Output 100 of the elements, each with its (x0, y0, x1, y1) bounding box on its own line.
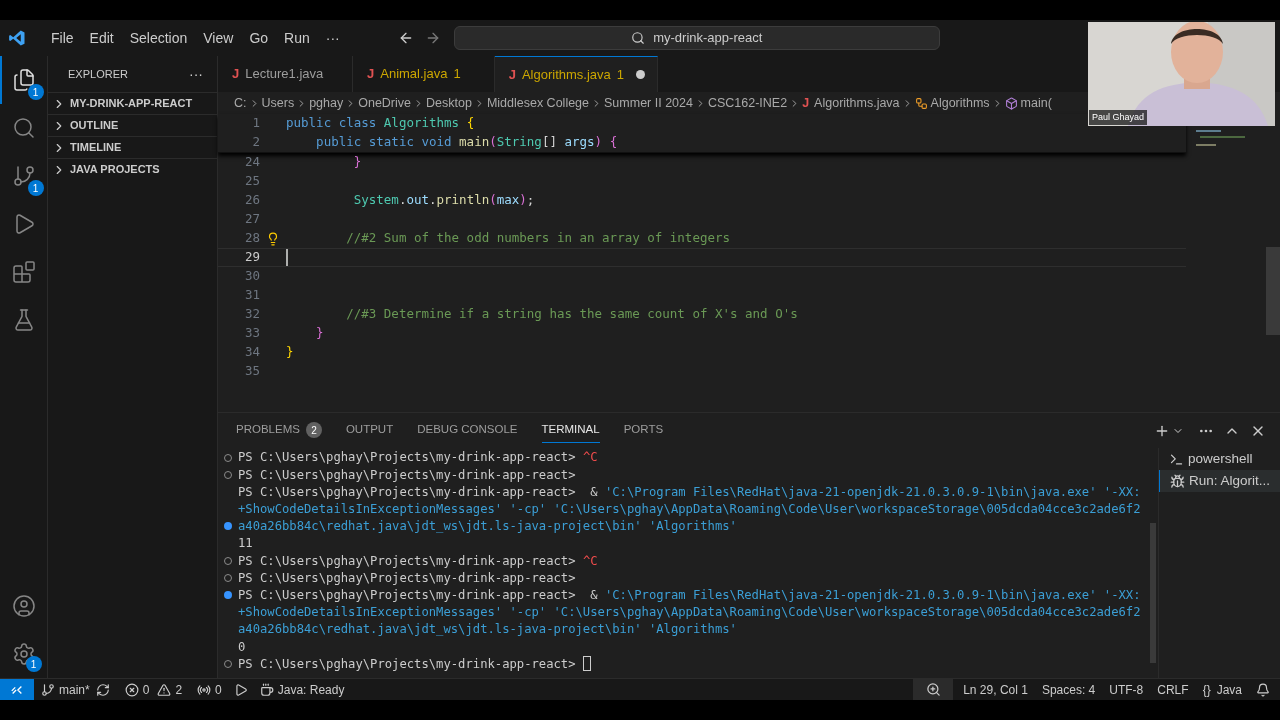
more-actions-button[interactable]: ··· (189, 63, 203, 85)
breadcrumb-item[interactable]: Algorithms (930, 93, 990, 113)
line-number: 33 (243, 324, 260, 343)
panel-tab[interactable]: TERMINAL (541, 418, 600, 443)
terminal-list-item[interactable]: powershell (1159, 448, 1280, 470)
run-icon[interactable] (233, 682, 248, 697)
menu-item[interactable]: File (43, 27, 82, 49)
method-icon (1004, 96, 1018, 110)
app-logo-icon[interactable] (8, 29, 26, 47)
breadcrumb-item[interactable]: OneDrive (358, 93, 411, 113)
extensions-icon[interactable] (11, 260, 36, 284)
menu-item[interactable]: Run (276, 27, 318, 49)
terminal-line: +ShowCodeDetailsInExceptionMessages' '-cp' 'C:\Users\pghay\AppData\Roaming\Code\User\workspaceStorage\005dcda04cce3c2ade6f2 (238, 501, 1141, 518)
breadcrumb-item[interactable]: Desktop (426, 93, 472, 113)
notification-badge: 1 (25, 656, 42, 672)
editor-tab[interactable]: J Algorithms.java 1 (494, 56, 658, 92)
line-number: 1 (251, 114, 260, 133)
line-number: 28 (243, 229, 260, 248)
zoom-button[interactable] (913, 679, 954, 700)
terminal-line: 11 (238, 535, 253, 553)
code-text: //#3 Determine if a string has the same count of X's and O's (345, 305, 798, 324)
command-center-field[interactable]: my-drink-app-react (453, 26, 940, 50)
terminal-line: PS C:\Users\pghay\Projects\my-drink-app-react> & 'C:\Program Files\RedHat\java-21-openjdk-21.0.3.0.9-1\bin\java.exe' '-XX: (238, 586, 1141, 604)
code-text: public static void main(String[] args) { (315, 133, 618, 152)
line-ending-button[interactable]: CRLF (1157, 680, 1189, 699)
breadcrumb-item[interactable]: main( (1020, 93, 1052, 113)
code-text: } (286, 343, 294, 362)
settings-icon[interactable] (11, 642, 36, 666)
command-status-icon[interactable] (224, 522, 232, 531)
menu-item[interactable]: View (195, 27, 242, 49)
terminal-line: a40a26bb84c\redhat.java\jdt_ws\jdt.ls-java-project\bin' 'Algorithms' (238, 518, 737, 536)
breadcrumb-item[interactable]: pghay (309, 93, 344, 113)
breadcrumb-item[interactable]: Users (261, 93, 295, 113)
scrollbar[interactable] (1266, 247, 1280, 335)
terminal-icon (1169, 451, 1184, 467)
encoding-button[interactable]: UTF-8 (1109, 680, 1144, 699)
terminal-line: PS C:\Users\pghay\Projects\my-drink-app-react> ^C (238, 552, 598, 570)
breadcrumb-item[interactable]: C: (234, 93, 247, 113)
code-text: public class Algorithms { (286, 114, 475, 133)
account-icon[interactable] (11, 594, 36, 618)
warning-icon (157, 682, 172, 697)
breadcrumb-item[interactable]: CSC162-INE2 (707, 93, 788, 113)
search-icon[interactable] (11, 116, 36, 140)
panel-tab[interactable]: PROBLEMS 2 (236, 418, 322, 443)
sidebar-section-header[interactable]: OUTLINE (48, 114, 217, 136)
sidebar-title: EXPLORER (68, 66, 128, 82)
line-number: 2 (251, 133, 260, 152)
language-button[interactable]: {} Java (1202, 680, 1242, 699)
line-number: 35 (243, 362, 260, 381)
sidebar-section-header[interactable]: TIMELINE (48, 136, 217, 158)
lightbulb-icon[interactable] (266, 231, 280, 246)
terminal-line: PS C:\Users\pghay\Projects\my-drink-app-react> (238, 655, 577, 673)
terminal-line: +ShowCodeDetailsInExceptionMessages' '-cp' 'C:\Users\pghay\AppData\Roaming\Code\User\workspaceStorage\005dcda04cce3c2ade6f2 (238, 604, 1141, 622)
antenna-icon (197, 682, 212, 697)
scrollbar[interactable] (1150, 523, 1156, 663)
notification-badge: 1 (27, 180, 44, 196)
terminal-list-item[interactable]: Run: Algorit... (1159, 470, 1280, 492)
menu-item[interactable]: Go (241, 27, 277, 49)
command-status-icon[interactable] (224, 591, 232, 600)
line-number: 31 (243, 286, 260, 305)
ports-button[interactable]: 0 (197, 680, 222, 699)
menu-item[interactable]: ··· (317, 27, 348, 49)
code-text: } (315, 324, 324, 343)
terminal-line: PS C:\Users\pghay\Projects\my-drink-app-react> ^C (238, 449, 598, 467)
terminal-line: PS C:\Users\pghay\Projects\my-drink-app-react> & 'C:\Program Files\RedHat\java-21-openjdk-21.0.3.0.9-1\bin\java.exe' '-XX: (238, 483, 1141, 501)
remote-button[interactable] (0, 679, 34, 700)
terminal-line: a40a26bb84c\redhat.java\jdt_ws\jdt.ls-java-project\bin' 'Algorithms' (238, 621, 737, 639)
notification-badge: 1 (27, 84, 44, 100)
breadcrumb-item[interactable]: Algorithms.java (814, 93, 900, 113)
terminal-line: PS C:\Users\pghay\Projects\my-drink-app-react> (238, 466, 576, 484)
terminal-line: 0 (238, 638, 246, 656)
line-number: 32 (243, 305, 260, 324)
line-number: 25 (243, 172, 260, 191)
terminal-line: PS C:\Users\pghay\Projects\my-drink-app-react> (238, 569, 576, 587)
line-number: 29 (243, 248, 260, 267)
line-number: 30 (243, 267, 260, 286)
panel-tab[interactable]: DEBUG CONSOLE (417, 418, 518, 443)
menu-item[interactable]: Selection (121, 27, 196, 49)
sidebar-section-header[interactable]: MY-DRINK-APP-REACT (48, 92, 217, 114)
sidebar-section-header[interactable]: JAVA PROJECTS (48, 158, 217, 180)
bug-icon (1170, 473, 1185, 489)
breadcrumb-item[interactable]: Middlesex College (486, 93, 589, 113)
error-icon (124, 682, 139, 697)
java-status-button[interactable]: Java: Ready (259, 680, 345, 699)
breadcrumb-item[interactable]: Summer II 2024 (604, 93, 693, 113)
indentation-button[interactable]: Spaces: 4 (1041, 680, 1096, 699)
panel-tab[interactable]: PORTS (623, 418, 664, 443)
panel-tab[interactable]: OUTPUT (345, 418, 394, 443)
coffee-cup-icon (259, 682, 274, 697)
notifications-icon[interactable] (1256, 682, 1270, 697)
problems-button[interactable]: 0 2 (124, 680, 183, 699)
branch-button[interactable]: main* (41, 680, 90, 699)
line-number: 26 (243, 191, 260, 210)
code-text: System.out.println(max); (352, 191, 535, 210)
code-text: //#2 Sum of the odd numbers in an array of integers (345, 229, 730, 248)
line-number: 24 (243, 153, 260, 172)
cursor-position[interactable]: Ln 29, Col 1 (963, 680, 1028, 699)
line-number: 34 (243, 343, 260, 362)
sync-icon[interactable] (95, 682, 110, 697)
menu-item[interactable]: Edit (81, 27, 122, 49)
